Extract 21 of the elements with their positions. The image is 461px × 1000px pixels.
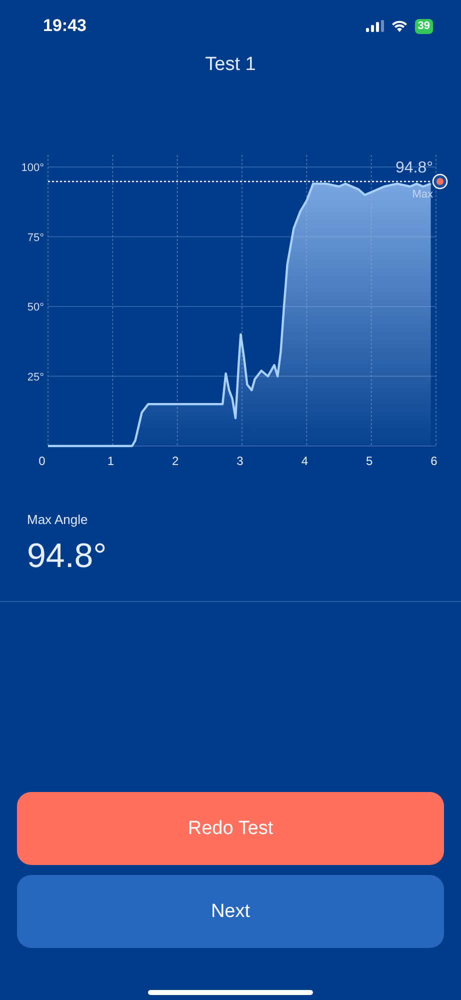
- x-tick-label: 0: [38, 454, 46, 468]
- status-time: 19:43: [43, 16, 86, 36]
- x-tick-label: 6: [430, 454, 438, 468]
- y-tick-label: 75°: [27, 232, 44, 244]
- x-tick-label: 2: [172, 454, 179, 468]
- x-tick-label: 4: [301, 454, 308, 468]
- max-value-label: 94.8°: [395, 160, 433, 176]
- battery-level: 39: [414, 18, 433, 34]
- screen-title: Test 1: [204, 54, 257, 76]
- y-tick-label: 50°: [27, 302, 44, 314]
- next-button[interactable]: Next: [17, 875, 444, 948]
- max-angle-label: Max Angle: [27, 512, 88, 527]
- x-tick-label: 5: [366, 454, 373, 468]
- y-tick-label: 100°: [21, 162, 44, 174]
- x-tick-label: 1: [107, 454, 114, 468]
- max-marker-icon: [432, 174, 448, 190]
- max-angle-value: 94.8°: [27, 537, 107, 576]
- wifi-icon: [390, 20, 408, 32]
- signal-icon: [366, 20, 384, 32]
- y-tick-label: 25°: [27, 371, 44, 384]
- x-tick-label: 3: [236, 454, 244, 468]
